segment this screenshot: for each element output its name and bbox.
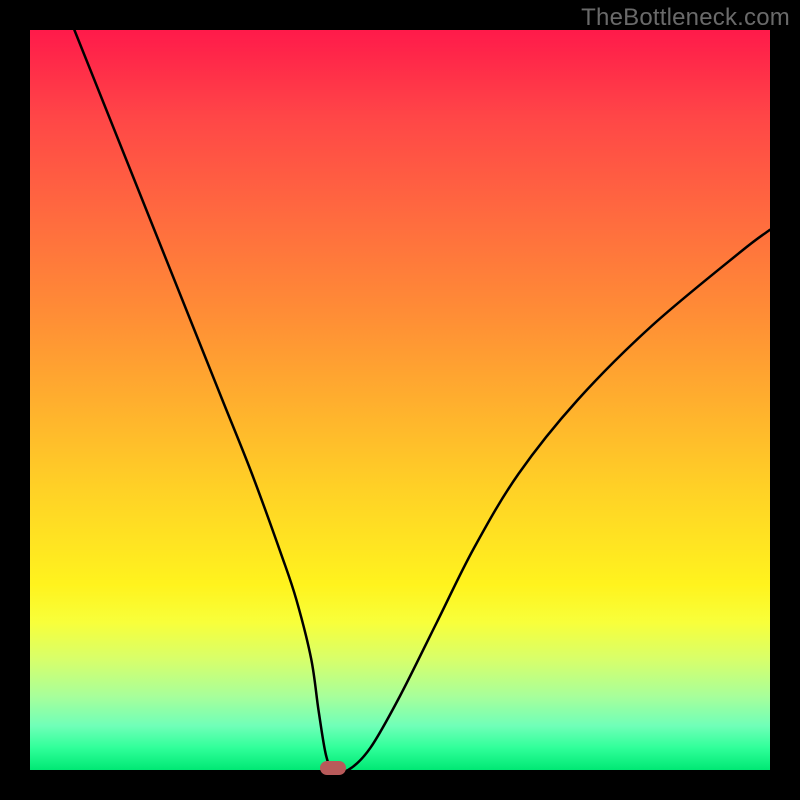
watermark-text: TheBottleneck.com (581, 4, 790, 32)
optimum-marker (320, 761, 346, 775)
chart-container: TheBottleneck.com (0, 0, 800, 800)
bottleneck-curve (30, 30, 770, 770)
